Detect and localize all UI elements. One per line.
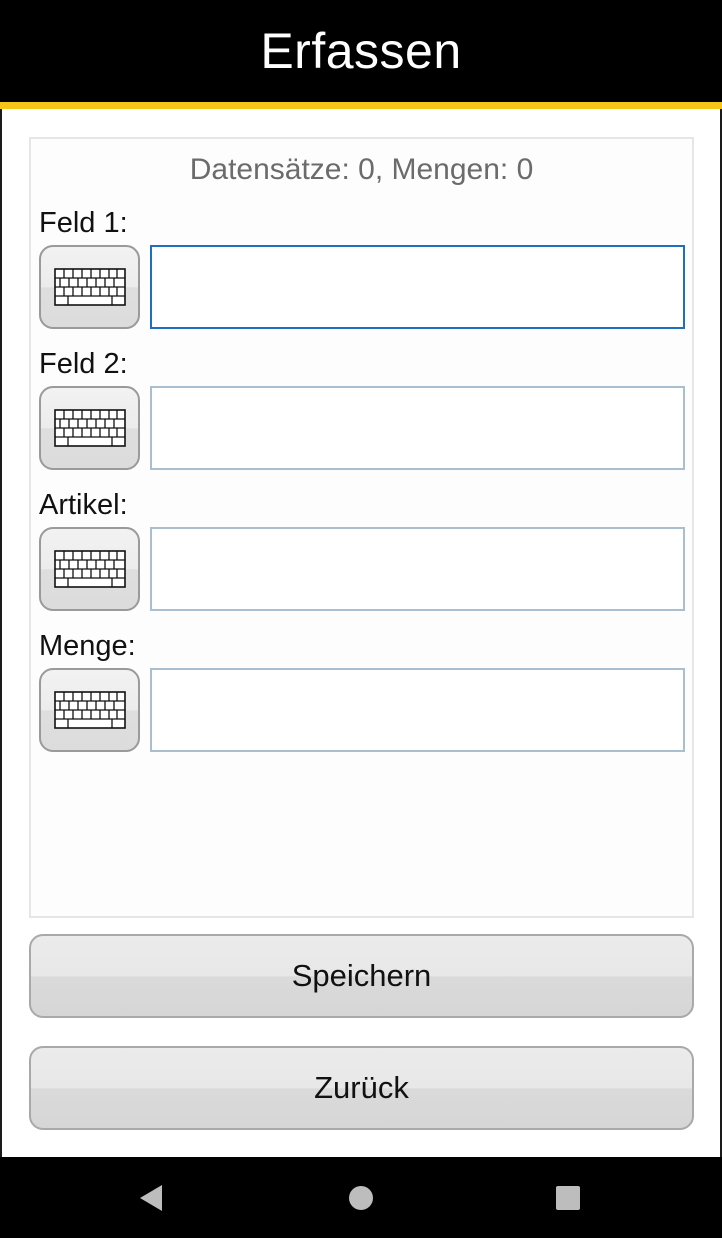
keyboard-icon xyxy=(53,409,126,447)
title-accent-bar xyxy=(0,102,722,109)
field-1-input[interactable] xyxy=(150,245,685,329)
article-label: Artikel: xyxy=(39,489,128,521)
back-triangle-icon xyxy=(140,1184,162,1211)
page-title: Erfassen xyxy=(260,23,462,79)
nav-back-button[interactable] xyxy=(111,1157,191,1238)
title-bar: Erfassen xyxy=(0,0,722,102)
field-2-keyboard-button[interactable] xyxy=(39,386,140,470)
keyboard-icon xyxy=(53,691,126,729)
record-count-status: Datensätze: 0, Mengen: 0 xyxy=(189,153,534,186)
article-input[interactable] xyxy=(150,527,685,611)
erfassen-screen: Erfassen Datensätze: 0, Mengen: 0 Feld 1… xyxy=(0,0,722,1238)
back-button[interactable]: Zurück xyxy=(29,1046,694,1130)
entry-form-panel: Datensätze: 0, Mengen: 0 Feld 1: Feld 2: xyxy=(29,137,694,918)
home-circle-icon xyxy=(349,1185,373,1210)
quantity-keyboard-button[interactable] xyxy=(39,668,140,752)
nav-home-button[interactable] xyxy=(321,1157,401,1238)
field-2-input[interactable] xyxy=(150,386,685,470)
recents-square-icon xyxy=(556,1185,580,1210)
system-navigation-bar xyxy=(0,1157,722,1238)
quantity-input[interactable] xyxy=(150,668,685,752)
field-1-keyboard-button[interactable] xyxy=(39,245,140,329)
save-button[interactable]: Speichern xyxy=(29,934,694,1018)
keyboard-icon xyxy=(53,550,126,588)
screen-edge-left xyxy=(0,109,2,1157)
quantity-label: Menge: xyxy=(39,630,136,662)
keyboard-icon xyxy=(53,268,126,306)
nav-recents-button[interactable] xyxy=(528,1157,608,1238)
field-2-label: Feld 2: xyxy=(39,348,128,380)
article-keyboard-button[interactable] xyxy=(39,527,140,611)
field-1-label: Feld 1: xyxy=(39,207,128,239)
